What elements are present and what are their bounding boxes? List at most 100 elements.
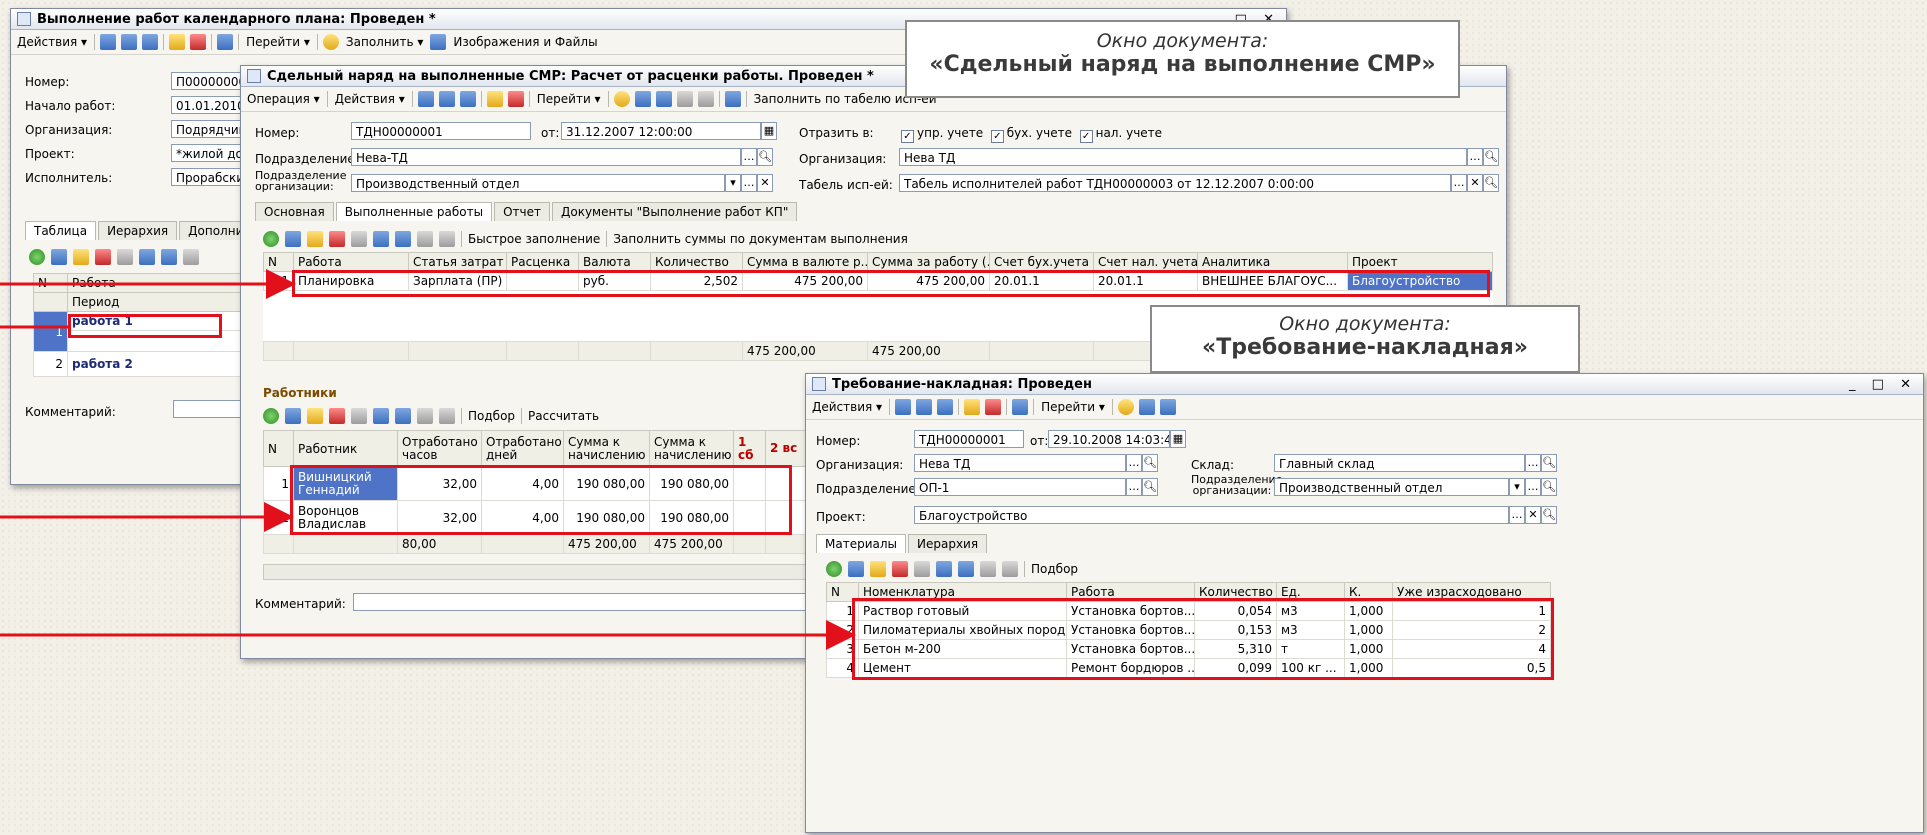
subordinate-icon[interactable] [655,91,672,107]
add-icon[interactable] [263,231,279,247]
pick-button[interactable]: Подбор [468,409,515,423]
project-field[interactable]: Благоустройство [914,506,1509,524]
copy-row-icon[interactable] [848,561,864,577]
unpost-icon[interactable] [507,91,524,107]
save-icon[interactable] [895,399,912,415]
refresh-icon[interactable] [438,91,455,107]
tab-execution-docs[interactable]: Документы "Выполнение работ КП" [551,202,798,221]
delete-icon[interactable] [95,249,111,265]
fill-icon[interactable] [724,91,741,107]
search-icon[interactable]: 🔍︎ [1483,148,1499,166]
dropdown-icon[interactable]: ▾ [1509,478,1525,496]
move-up-icon[interactable] [936,561,952,577]
select-button[interactable]: … [1525,478,1541,496]
comment-field[interactable] [353,593,813,611]
unpost-icon[interactable] [985,399,1002,415]
sort-desc-icon[interactable] [439,408,455,424]
copy-row-icon[interactable] [51,249,67,265]
copy-icon[interactable] [937,399,954,415]
select-button[interactable]: … [741,174,757,192]
fill-icon[interactable] [430,34,447,50]
executor-field[interactable]: Прорабски [171,168,251,186]
end-edit-icon[interactable] [351,231,367,247]
checkbox-icon[interactable]: ✓ [1079,130,1093,143]
actions-menu[interactable]: Действия ▾ [15,34,89,50]
save-icon[interactable] [417,91,434,107]
debit-credit-icon[interactable] [676,91,693,107]
sort-desc-icon[interactable] [439,231,455,247]
movements-icon[interactable] [1138,399,1155,415]
tab-hierarchy[interactable]: Иерархия [908,534,988,553]
help-icon[interactable] [613,91,630,107]
window-controls[interactable]: _ □ ✕ [1849,377,1917,392]
tab-materials[interactable]: Материалы [816,534,906,553]
calculate-button[interactable]: Рассчитать [528,409,599,423]
goto-menu[interactable]: Перейти ▾ [1039,399,1107,415]
fill-menu[interactable]: Заполнить ▾ [344,34,425,50]
org-field[interactable]: Нева ТД [899,148,1467,166]
pick-button[interactable]: Подбор [1031,562,1078,576]
sort-asc-icon[interactable] [980,561,996,577]
calendar-icon[interactable]: ▦ [761,122,777,140]
delete-icon[interactable] [329,231,345,247]
orgdept-field[interactable]: Производственный отдел [1274,478,1509,496]
number-field[interactable]: ТДН00000001 [351,122,531,140]
sort-icon[interactable] [183,249,199,265]
select-button[interactable]: … [1126,478,1142,496]
unpost-icon[interactable] [190,34,207,50]
copy-row-icon[interactable] [285,408,301,424]
tax-accounting-icon[interactable] [697,91,714,107]
edit-icon[interactable] [307,408,323,424]
goto-menu[interactable]: Перейти ▾ [535,91,603,107]
clear-icon[interactable]: ✕ [1525,506,1541,524]
date-field[interactable]: 31.12.2007 12:00:00 [561,122,761,140]
subordinate-icon[interactable] [1159,399,1176,415]
end-edit-icon[interactable] [117,249,133,265]
actions-menu[interactable]: Действия ▾ [810,399,884,415]
search-icon[interactable]: 🔍︎ [757,148,773,166]
start-field[interactable]: 01.01.2010 [171,96,251,114]
tab-hierarchy[interactable]: Иерархия [98,221,178,240]
search-icon[interactable]: 🔍︎ [1142,454,1158,472]
sort-asc-icon[interactable] [417,408,433,424]
move-down-icon[interactable] [395,231,411,247]
end-edit-icon[interactable] [914,561,930,577]
copy-icon[interactable] [459,91,476,107]
actions-menu[interactable]: Действия ▾ [333,91,407,107]
orgdept-field[interactable]: Производственный отдел [351,174,725,192]
select-button[interactable]: … [1525,454,1541,472]
search-icon[interactable]: 🔍︎ [1541,454,1557,472]
select-button[interactable]: … [1509,506,1525,524]
move-up-icon[interactable] [139,249,155,265]
tab-main[interactable]: Основная [255,202,334,221]
calendar-icon[interactable]: ▦ [1170,430,1186,448]
add-icon[interactable] [826,561,842,577]
col-work[interactable]: Работа [67,273,253,293]
quick-fill-button[interactable]: Быстрое заполнение [468,232,600,246]
sort-asc-icon[interactable] [417,231,433,247]
col-n[interactable]: N [33,273,68,293]
tab-report[interactable]: Отчет [494,202,550,221]
edit-icon[interactable] [307,231,323,247]
stock-field[interactable]: Главный склад [1274,454,1525,472]
search-icon[interactable]: 🔍︎ [1483,174,1499,192]
search-icon[interactable]: 🔍︎ [1142,478,1158,496]
number-field[interactable]: ТДН00000001 [914,430,1024,448]
movements-icon[interactable] [634,91,651,107]
dropdown-icon[interactable]: ▾ [725,174,741,192]
tab-table[interactable]: Таблица [25,221,97,240]
horizontal-scrollbar[interactable] [263,564,813,580]
dept-field[interactable]: ОП-1 [914,478,1126,496]
end-edit-icon[interactable] [351,408,367,424]
delete-icon[interactable] [892,561,908,577]
select-button[interactable]: … [1451,174,1467,192]
refresh-icon[interactable] [916,399,933,415]
add-icon[interactable] [263,408,279,424]
tab-completed-works[interactable]: Выполненные работы [335,202,493,221]
checkbox-icon[interactable]: ✓ [901,130,914,143]
checkbox-icon[interactable]: ✓ [990,130,1004,143]
post-icon[interactable] [486,91,503,107]
copy-row-icon[interactable] [285,231,301,247]
table-row[interactable]: 2 работа 2 [33,351,253,377]
date-field[interactable]: 29.10.2008 14:03:45 [1048,430,1170,448]
